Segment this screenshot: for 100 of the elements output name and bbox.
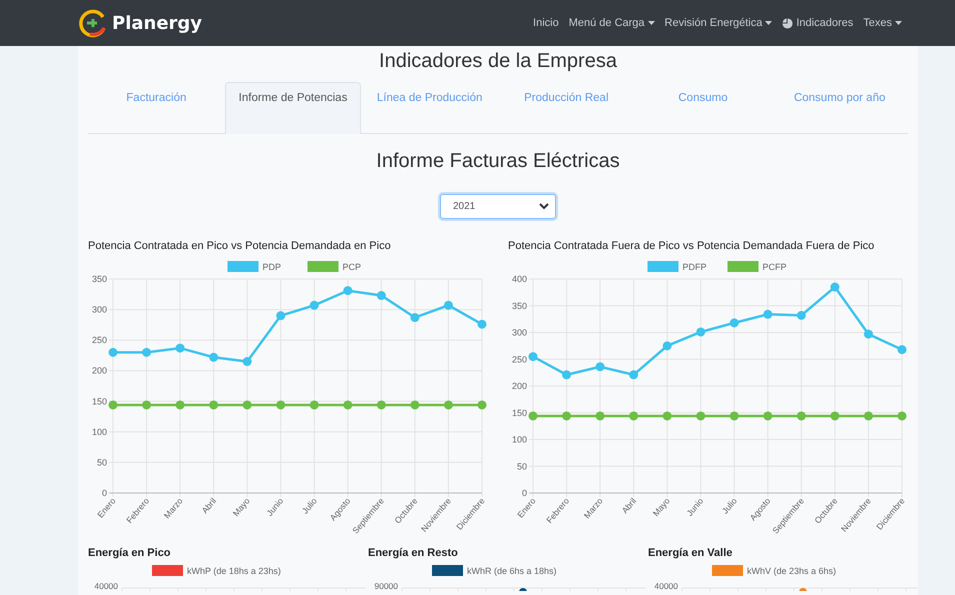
- data-point: [662, 341, 672, 350]
- data-point: [898, 411, 906, 420]
- nav-link[interactable]: Indicadores: [782, 17, 854, 29]
- data-point: [830, 411, 840, 420]
- data-point: [108, 400, 118, 410]
- pie-chart-icon: [782, 18, 794, 28]
- data-point: [696, 411, 706, 420]
- axis-label: 150: [92, 396, 107, 406]
- legend-label: kWhR (de 6hs a 18hs): [467, 566, 557, 576]
- page-title: Indicadores de la Empresa: [378, 49, 618, 74]
- legend-label: kWhP (de 18hs a 23hs): [187, 566, 281, 576]
- axis-label: 300: [92, 304, 107, 315]
- data-point: [864, 330, 873, 339]
- axis-label: 50: [96, 457, 107, 468]
- axis-label: 200: [92, 366, 107, 376]
- axis-label: 250: [92, 335, 107, 346]
- data-point: [343, 400, 352, 410]
- data-point: [376, 291, 386, 300]
- axis-label: 350: [92, 274, 107, 284]
- caret-icon: [895, 21, 902, 25]
- data-point: [444, 400, 453, 410]
- data-point: [209, 400, 218, 410]
- axis-label: 300: [512, 328, 527, 338]
- logo-icon: [78, 8, 108, 38]
- data-point: [662, 411, 672, 420]
- axis-label: 100: [92, 426, 107, 437]
- axis-label: 90000: [374, 581, 398, 591]
- nav-link[interactable]: Inicio: [533, 17, 559, 29]
- data-point: [796, 411, 806, 420]
- legend-swatch[interactable]: [648, 261, 678, 272]
- axis-label: 200: [512, 381, 527, 391]
- data-point: [242, 357, 252, 366]
- legend-label: PCFP: [762, 262, 787, 272]
- nav-link[interactable]: Revisión Energética: [664, 17, 772, 29]
- legend-swatch[interactable]: [432, 565, 463, 576]
- data-point: [562, 411, 572, 420]
- data-point: [242, 400, 252, 410]
- data-point: [176, 344, 185, 353]
- data-point: [276, 400, 286, 410]
- axis-label: 100: [512, 434, 527, 444]
- caret-icon: [765, 21, 772, 25]
- data-point: [410, 400, 420, 410]
- data-point: [343, 286, 352, 296]
- data-point: [596, 362, 605, 372]
- data-point: [596, 411, 605, 420]
- axis-label: 40000: [654, 581, 678, 591]
- axis-label: 0: [102, 488, 107, 498]
- legend-swatch[interactable]: [728, 261, 758, 272]
- data-point: [310, 400, 319, 410]
- data-point: [478, 320, 486, 329]
- legend-label: PDP: [262, 262, 282, 272]
- data-point: [730, 318, 739, 328]
- data-point: [310, 300, 319, 310]
- axis-label: 250: [512, 354, 527, 364]
- data-point: [176, 400, 185, 410]
- data-point: [528, 411, 538, 420]
- axis-label: 150: [512, 408, 527, 418]
- chart-title: Potencia Contratada en Pico vs Potencia Demandada en Pico: [88, 240, 392, 254]
- legend-swatch[interactable]: [308, 261, 338, 272]
- data-point: [730, 411, 739, 420]
- data-point: [209, 352, 218, 362]
- year-select[interactable]: 2021: [440, 194, 556, 219]
- chart-title: Energía en Resto: [368, 547, 459, 561]
- data-point: [142, 348, 152, 357]
- legend-swatch[interactable]: [228, 261, 258, 272]
- data-point: [528, 352, 538, 362]
- data-point: [444, 300, 453, 310]
- brand-name[interactable]: Planergy: [112, 12, 202, 34]
- legend-label: kWhV (de 23hs a 6hs): [747, 566, 836, 576]
- legend-label: PDFP: [682, 262, 707, 272]
- nav-link[interactable]: Texes: [863, 17, 902, 29]
- tab[interactable]: Informe de Potencias: [224, 82, 362, 134]
- data-point: [898, 345, 906, 354]
- data-point: [763, 411, 772, 420]
- data-point: [796, 310, 806, 320]
- data-point: [410, 313, 420, 322]
- section-title: Informe Facturas Eléctricas: [375, 150, 621, 174]
- axis-label: 0: [522, 488, 527, 498]
- chart-title: Energía en Valle: [648, 547, 734, 561]
- data-point: [562, 370, 572, 380]
- chart-title: Energía en Pico: [88, 547, 172, 561]
- legend-swatch[interactable]: [712, 565, 743, 576]
- caret-icon: [648, 21, 655, 25]
- data-point: [763, 310, 772, 319]
- nav-link[interactable]: Menú de Carga: [568, 17, 655, 29]
- data-point: [376, 400, 386, 410]
- axis-label: 400: [512, 274, 527, 284]
- axis-label: 40000: [94, 581, 118, 591]
- axis-label: 50: [516, 461, 527, 472]
- legend-swatch[interactable]: [152, 565, 183, 576]
- axis-label: 350: [512, 300, 527, 311]
- data-point: [108, 348, 118, 357]
- data-point: [276, 311, 286, 320]
- data-point: [478, 400, 486, 410]
- chevron-down-icon: [539, 203, 549, 210]
- data-point: [696, 327, 706, 336]
- data-point: [629, 411, 638, 420]
- data-point: [142, 400, 152, 410]
- data-point: [629, 370, 638, 380]
- data-point: [864, 411, 873, 420]
